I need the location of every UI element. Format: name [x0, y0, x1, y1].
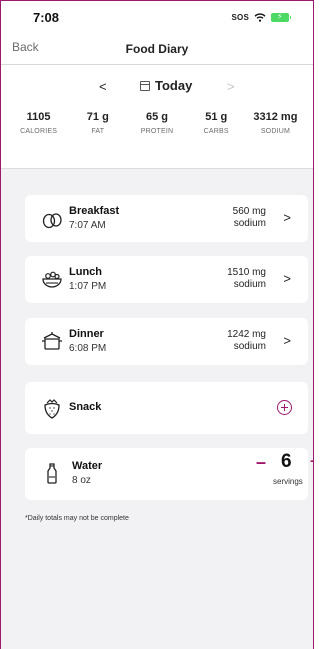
sodium-value: 1242 mg [227, 329, 266, 340]
lunch-salad-bowl-icon [42, 271, 62, 288]
total-label: CARBS [203, 128, 229, 135]
water-amount: 8 oz [72, 475, 91, 486]
sodium-label: sodium [233, 279, 266, 290]
total-value: 51 g [205, 111, 228, 123]
total-fat: 71 g FAT [68, 111, 127, 155]
meal-card-lunch[interactable]: Lunch 1:07 PM 1510 mg sodium > [25, 256, 308, 303]
sodium-value: 560 mg [232, 206, 266, 217]
meal-sodium: 1510 mg sodium [227, 267, 266, 291]
total-carbs: 51 g CARBS [187, 111, 246, 155]
total-value: 1105 [26, 111, 51, 123]
wifi-icon [254, 12, 266, 22]
total-label: CALORIES [20, 128, 58, 135]
sos-indicator: SOS [231, 12, 249, 22]
total-value: 71 g [86, 111, 109, 123]
total-value: 65 g [146, 111, 169, 123]
calendar-icon [140, 80, 150, 91]
meal-name: Snack [69, 401, 102, 413]
date-label-group[interactable]: Today [140, 78, 192, 93]
chevron-right-icon: > [283, 333, 291, 348]
total-protein: 65 g PROTEIN [127, 111, 186, 155]
meal-time: 1:07 PM [69, 281, 107, 292]
breakfast-eggs-icon [42, 213, 62, 229]
meal-time: 6:08 PM [69, 343, 107, 354]
footnote: *Daily totals may not be complete [25, 515, 129, 522]
page-title: Food Diary [125, 41, 189, 56]
meal-name: Lunch [69, 266, 102, 278]
add-snack-icon[interactable] [277, 400, 292, 415]
total-value: 3312 mg [253, 111, 298, 123]
daily-totals: 1105 CALORIES 71 g FAT 65 g PROTEIN 51 g… [1, 111, 313, 155]
sodium-label: sodium [233, 218, 266, 229]
app-frame: 7:08 SOS ⚡ Back Food Diary < Today > 110… [0, 0, 314, 649]
chevron-right-icon: > [283, 271, 291, 286]
nav-bar: Back Food Diary [1, 33, 313, 65]
meal-sodium: 560 mg sodium [233, 206, 266, 230]
back-button[interactable]: Back [12, 40, 39, 54]
total-calories: 1105 CALORIES [9, 111, 68, 155]
total-label: PROTEIN [140, 128, 174, 135]
dinner-pot-icon [42, 332, 62, 350]
total-label: SODIUM [260, 128, 291, 135]
water-label: Water [72, 460, 103, 472]
meal-sodium: 1242 mg sodium [227, 329, 266, 353]
snack-strawberry-icon [44, 399, 60, 419]
battery-icon: ⚡ [271, 11, 291, 22]
water-decrease-button[interactable]: – [256, 452, 266, 473]
water-servings-value: 6 [281, 451, 292, 472]
water-card: Water 8 oz – 6 + servings [25, 448, 313, 500]
total-sodium: 3312 mg SODIUM [246, 111, 305, 155]
total-label: FAT [91, 128, 105, 135]
water-bottle-icon [47, 463, 57, 484]
meal-card-snack[interactable]: Snack [25, 382, 308, 434]
meal-name: Breakfast [69, 205, 120, 217]
meal-time: 7:07 AM [69, 220, 106, 231]
chevron-right-icon: > [283, 210, 291, 225]
meal-card-breakfast[interactable]: Breakfast 7:07 AM 560 mg sodium > [25, 195, 308, 242]
date-label: Today [155, 78, 193, 93]
water-increase-button[interactable]: + [310, 453, 313, 470]
status-time: 7:08 [33, 9, 60, 25]
status-icons: SOS ⚡ [231, 11, 291, 22]
status-bar: 7:08 SOS ⚡ [1, 1, 313, 33]
meal-card-dinner[interactable]: Dinner 6:08 PM 1242 mg sodium > [25, 318, 308, 365]
sodium-value: 1510 mg [227, 267, 266, 278]
sodium-label: sodium [233, 341, 266, 352]
next-day-button[interactable]: > [227, 79, 235, 94]
meal-name: Dinner [69, 328, 104, 340]
date-selector: < Today > [1, 65, 313, 111]
charging-bolt-icon: ⚡ [277, 11, 283, 21]
previous-day-button[interactable]: < [99, 79, 107, 94]
servings-label: servings [273, 477, 303, 486]
